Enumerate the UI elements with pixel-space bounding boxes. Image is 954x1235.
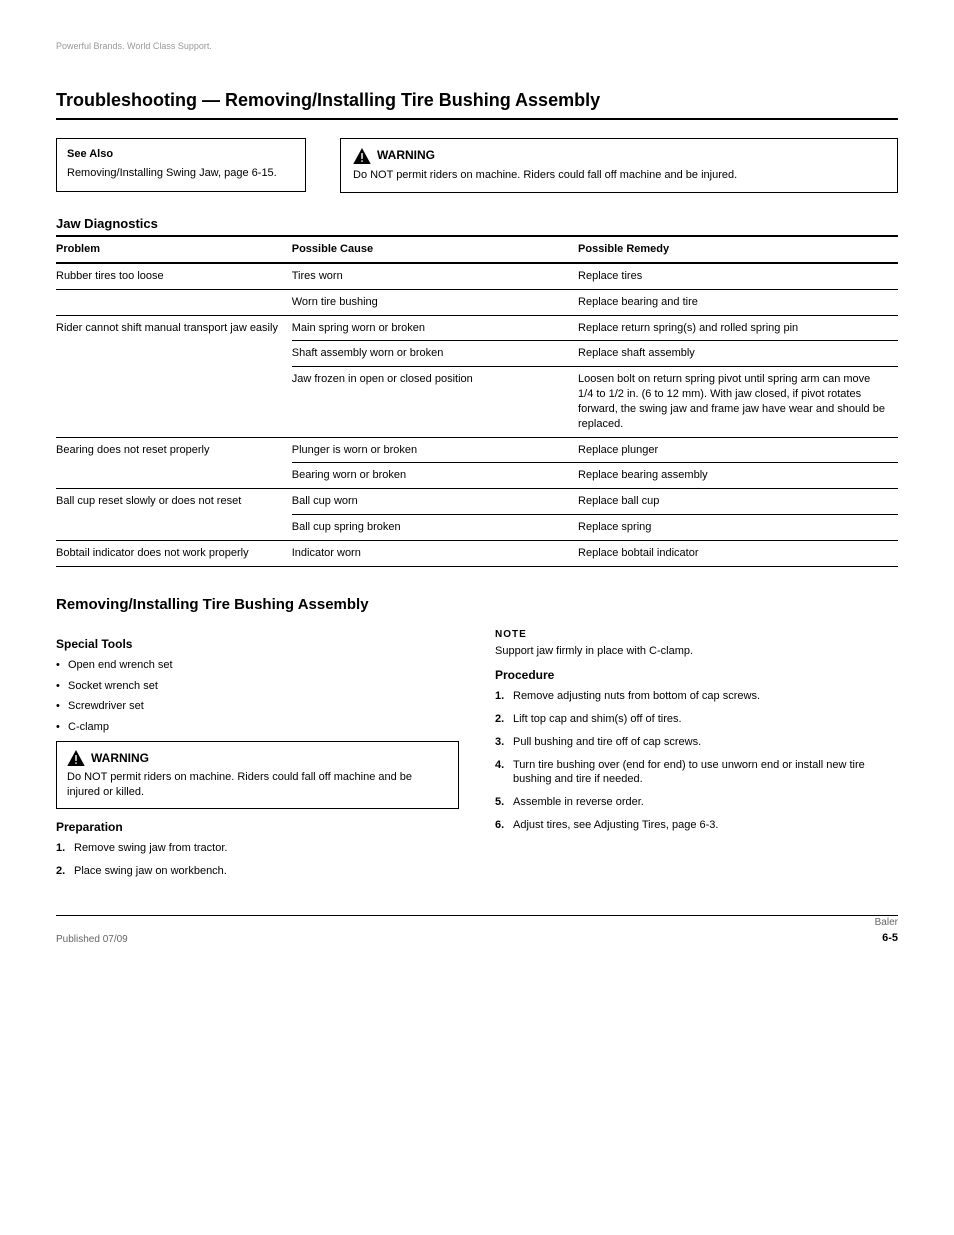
list-item: Pull bushing and tire off of cap screws.	[495, 735, 898, 750]
cell: Ball cup worn	[292, 489, 578, 515]
page-number: 6-5	[875, 931, 898, 946]
see-also-text: Removing/Installing Swing Jaw, page 6-15…	[67, 166, 295, 181]
cell: Replace plunger	[578, 437, 898, 463]
list-item: Remove adjusting nuts from bottom of cap…	[495, 689, 898, 704]
procedure-steps: Remove adjusting nuts from bottom of cap…	[495, 689, 898, 833]
inline-warning-label: WARNING	[91, 750, 149, 766]
cell: Plunger is worn or broken	[292, 437, 578, 463]
two-column: Special Tools Open end wrench set Socket…	[56, 628, 898, 887]
left-column: Special Tools Open end wrench set Socket…	[56, 628, 459, 887]
cell: Replace tires	[578, 263, 898, 289]
cell: Worn tire bushing	[292, 289, 578, 315]
cell: Rubber tires too loose	[56, 263, 292, 289]
diagnostics-table: Problem Possible Cause Possible Remedy R…	[56, 235, 898, 567]
footer: Published 07/09 Baler 6-5	[56, 915, 898, 946]
remove-install-title: Removing/Installing Tire Bushing Assembl…	[56, 595, 898, 615]
see-also-box: See Also Removing/Installing Swing Jaw, …	[56, 138, 306, 192]
inline-warning-body: Do NOT permit riders on machine. Riders …	[67, 770, 448, 800]
special-tools-list: Open end wrench set Socket wrench set Sc…	[56, 658, 459, 735]
cell: Replace bearing and tire	[578, 289, 898, 315]
see-also-title: See Also	[67, 147, 295, 162]
cell: Ball cup spring broken	[292, 515, 578, 541]
cell: Bearing does not reset properly	[56, 437, 292, 489]
list-item: Lift top cap and shim(s) off of tires.	[495, 712, 898, 727]
list-item: Turn tire bushing over (end for end) to …	[495, 758, 898, 788]
page-header: Troubleshooting — Removing/Installing Ti…	[56, 88, 898, 120]
section-name: Troubleshooting	[56, 90, 197, 110]
cell: Replace ball cup	[578, 489, 898, 515]
cell: Replace return spring(s) and rolled spri…	[578, 315, 898, 341]
col-remedy: Possible Remedy	[578, 236, 898, 263]
warning-box: WARNING Do NOT permit riders on machine.…	[340, 138, 898, 193]
cell: Replace bobtail indicator	[578, 540, 898, 566]
cell: Ball cup reset slowly or does not reset	[56, 489, 292, 541]
cell: Bobtail indicator does not work properly	[56, 540, 292, 566]
cell: Replace spring	[578, 515, 898, 541]
alert-icon	[67, 750, 85, 766]
list-item: Assemble in reverse order.	[495, 795, 898, 810]
warning-label: WARNING	[377, 147, 435, 163]
cell: Replace bearing assembly	[578, 463, 898, 489]
diagnostics-title: Jaw Diagnostics	[56, 215, 898, 233]
list-item: Adjust tires, see Adjusting Tires, page …	[495, 818, 898, 833]
cell: Replace shaft assembly	[578, 341, 898, 367]
prep-steps: Remove swing jaw from tractor. Place swi…	[56, 841, 459, 879]
cell: Jaw frozen in open or closed position	[292, 367, 578, 437]
inline-warning-box: WARNING Do NOT permit riders on machine.…	[56, 741, 459, 809]
list-item: Remove swing jaw from tractor.	[56, 841, 459, 856]
cell: Main spring worn or broken	[292, 315, 578, 341]
page-title: Removing/Installing Tire Bushing Assembl…	[225, 90, 600, 110]
cell: Shaft assembly worn or broken	[292, 341, 578, 367]
warning-body: Do NOT permit riders on machine. Riders …	[353, 168, 885, 183]
prep-head: Preparation	[56, 819, 459, 835]
col-problem: Problem	[56, 236, 292, 263]
cell: Tires worn	[292, 263, 578, 289]
cell: Loosen bolt on return spring pivot until…	[578, 367, 898, 437]
header-rule	[56, 118, 898, 120]
cell: Bearing worn or broken	[292, 463, 578, 489]
right-column: NOTE Support jaw firmly in place with C-…	[495, 628, 898, 887]
footer-label: Baler	[875, 916, 898, 930]
special-tools-head: Special Tools	[56, 636, 459, 652]
list-item: C-clamp	[56, 720, 459, 735]
cell	[56, 289, 292, 315]
procedure-head: Procedure	[495, 667, 898, 683]
footer-pub: Published 07/09	[56, 933, 128, 947]
note-body: Support jaw firmly in place with C-clamp…	[495, 644, 898, 659]
list-item: Place swing jaw on workbench.	[56, 864, 459, 879]
tagline: Powerful Brands. World Class Support.	[56, 40, 898, 52]
note-label: NOTE	[495, 628, 898, 642]
cell: Indicator worn	[292, 540, 578, 566]
list-item: Socket wrench set	[56, 679, 459, 694]
alert-icon	[353, 148, 371, 164]
list-item: Open end wrench set	[56, 658, 459, 673]
top-row: See Also Removing/Installing Swing Jaw, …	[56, 138, 898, 193]
col-cause: Possible Cause	[292, 236, 578, 263]
list-item: Screwdriver set	[56, 699, 459, 714]
cell: Rider cannot shift manual transport jaw …	[56, 315, 292, 437]
